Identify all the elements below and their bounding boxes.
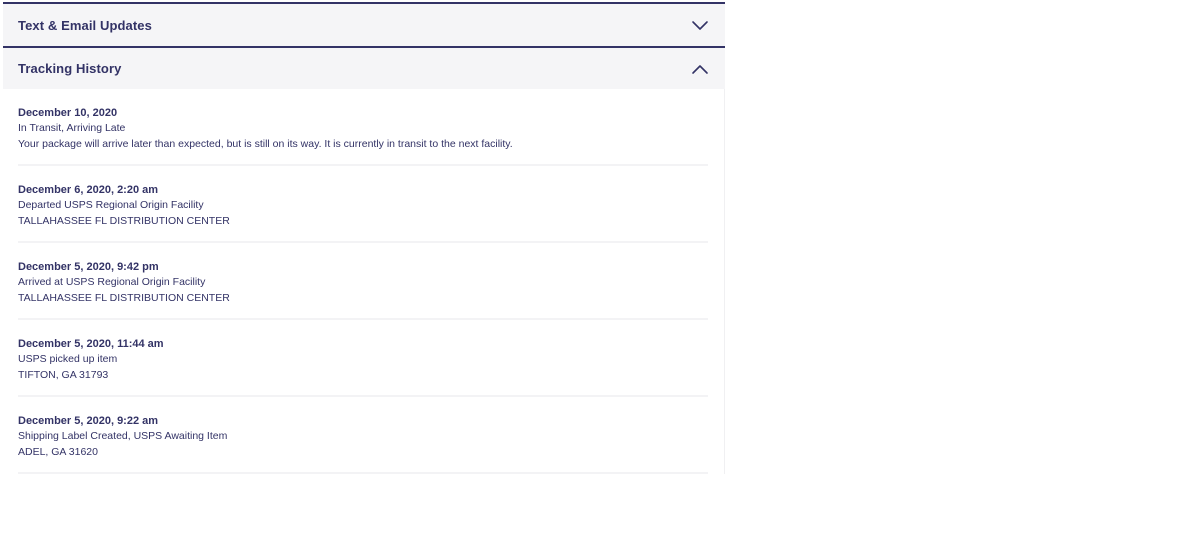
event-location: ADEL, GA 31620	[18, 445, 98, 458]
tracking-history-header[interactable]: Tracking History	[3, 46, 725, 89]
text-email-updates-header[interactable]: Text & Email Updates	[3, 2, 725, 46]
event-date: December 6, 2020, 2:20 am	[18, 184, 159, 196]
event-date: December 5, 2020, 11:44 am	[18, 338, 164, 350]
tracking-event: December 5, 2020, 11:44 am USPS picked u…	[18, 320, 708, 397]
event-location: TIFTON, GA 31793	[18, 368, 109, 381]
event-date: December 10, 2020	[18, 107, 118, 119]
tracking-event: December 5, 2020, 9:22 am Shipping Label…	[18, 397, 708, 474]
event-status: Arrived at USPS Regional Origin Facility	[18, 276, 206, 288]
event-location: TALLAHASSEE FL DISTRIBUTION CENTER	[18, 291, 230, 304]
event-date: December 5, 2020, 9:42 pm	[18, 261, 159, 273]
tracking-event: December 6, 2020, 2:20 am Departed USPS …	[18, 166, 708, 243]
event-status: In Transit, Arriving Late	[18, 122, 126, 134]
chevron-down-icon[interactable]	[691, 19, 709, 31]
event-date: December 5, 2020, 9:22 am	[18, 415, 159, 427]
event-status: Departed USPS Regional Origin Facility	[18, 199, 204, 211]
tracking-panel: Text & Email Updates Tracking History De…	[3, 2, 725, 486]
chevron-up-icon[interactable]	[691, 63, 709, 75]
event-status: Shipping Label Created, USPS Awaiting It…	[18, 430, 228, 442]
tracking-history-title: Tracking History	[18, 61, 122, 76]
tracking-event: December 10, 2020 In Transit, Arriving L…	[18, 89, 708, 166]
tracking-event: December 5, 2020, 9:42 pm Arrived at USP…	[18, 243, 708, 320]
text-email-updates-title: Text & Email Updates	[18, 17, 152, 33]
event-status: USPS picked up item	[18, 353, 118, 365]
tracking-history-list: December 10, 2020 In Transit, Arriving L…	[3, 89, 725, 474]
event-detail: Your package will arrive later than expe…	[18, 137, 513, 150]
event-location: TALLAHASSEE FL DISTRIBUTION CENTER	[18, 214, 230, 227]
